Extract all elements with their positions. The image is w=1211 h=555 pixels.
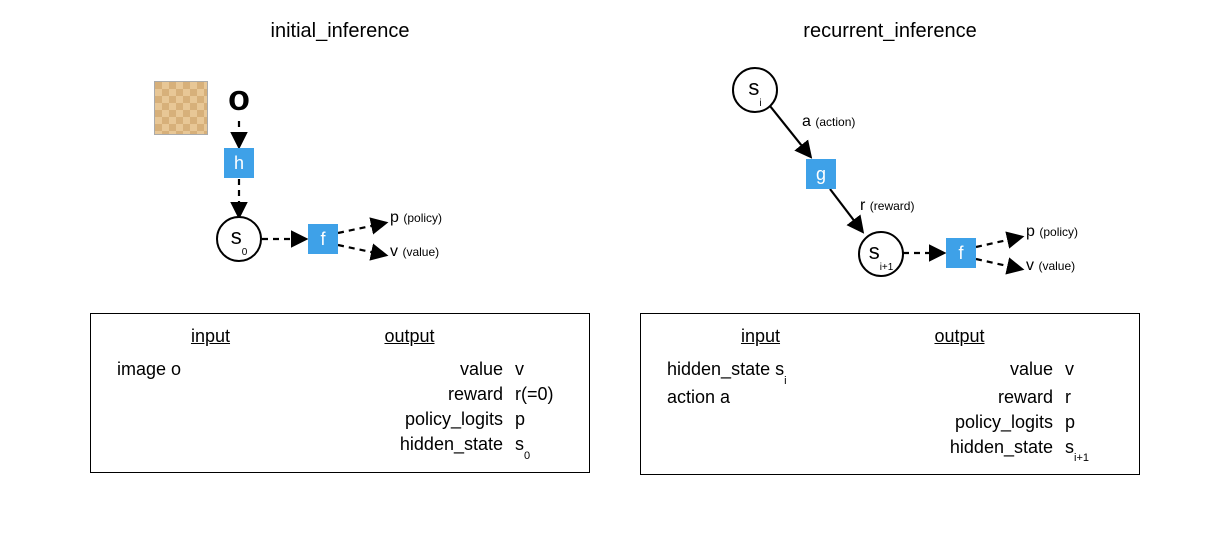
state-s0-node: s0 [216, 216, 262, 262]
f-function-box-left: f [308, 224, 338, 254]
state-si-node: si [732, 67, 778, 113]
f-function-label-right: f [958, 243, 963, 264]
io-output-label: reward [448, 384, 509, 405]
value-output-left: v (value) [390, 243, 439, 261]
initial-inference-panel: initial_inference o [90, 20, 590, 473]
io-output-symbol: v [1059, 359, 1074, 383]
io-input-row: action a [661, 387, 730, 408]
policy-output-right: p (policy) [1026, 223, 1078, 241]
diagram-root: initial_inference o [0, 0, 1211, 555]
action-edge-label: a (action) [802, 113, 855, 131]
io-output-label: policy_logits [955, 412, 1059, 433]
initial-inference-diagram: o h s0 f p (policy) v (value) [90, 51, 590, 301]
chessboard-image-icon [154, 81, 208, 135]
policy-output-left: p (policy) [390, 209, 442, 227]
recurrent-inference-title: recurrent_inference [640, 20, 1140, 43]
reward-edge-label: r (reward) [860, 197, 914, 215]
recurrent-inference-io-table: input output hidden_state si valuev action a… [640, 313, 1140, 475]
io-output-symbol: r [1059, 387, 1071, 408]
observation-symbol: o [228, 77, 250, 119]
io-output-symbol: p [509, 409, 525, 430]
io-output-symbol: si+1 [1059, 437, 1089, 461]
f-function-box-right: f [946, 238, 976, 268]
state-si1-node: si+1 [858, 231, 904, 277]
io-output-symbol: v [509, 359, 524, 380]
io-output-label: hidden_state [400, 434, 509, 458]
recurrent-inference-panel: recurrent_inference [640, 20, 1140, 475]
initial-inference-io-table: input output image o valuevrewardr(=0)polic… [90, 313, 590, 473]
io-input-row: image o [111, 359, 181, 380]
g-function-label: g [816, 164, 826, 185]
h-function-label: h [234, 153, 244, 174]
value-output-right: v (value) [1026, 257, 1075, 275]
state-si1-label: si+1 [869, 241, 894, 267]
g-function-box: g [806, 159, 836, 189]
io-output-label: hidden_state [950, 437, 1059, 461]
io-output-label: policy_logits [405, 409, 509, 430]
io-output-header: output [384, 326, 434, 347]
io-input-row: hidden_state si [661, 359, 787, 383]
io-output-symbol: s0 [509, 434, 530, 458]
h-function-box: h [224, 148, 254, 178]
f-function-label-left: f [320, 229, 325, 250]
state-si-label: si [748, 77, 761, 103]
io-input-header: input [191, 326, 230, 347]
io-output-label: value [1010, 359, 1059, 383]
state-s0-label: s0 [231, 226, 248, 252]
io-output-label: reward [998, 387, 1059, 408]
recurrent-inference-diagram: si a (action) g r (reward) si+1 f [640, 51, 1140, 301]
io-output-header: output [934, 326, 984, 347]
io-input-header: input [741, 326, 780, 347]
io-output-symbol: r(=0) [509, 384, 554, 405]
initial-inference-title: initial_inference [90, 20, 590, 43]
io-output-symbol: p [1059, 412, 1075, 433]
io-output-label: value [460, 359, 509, 380]
